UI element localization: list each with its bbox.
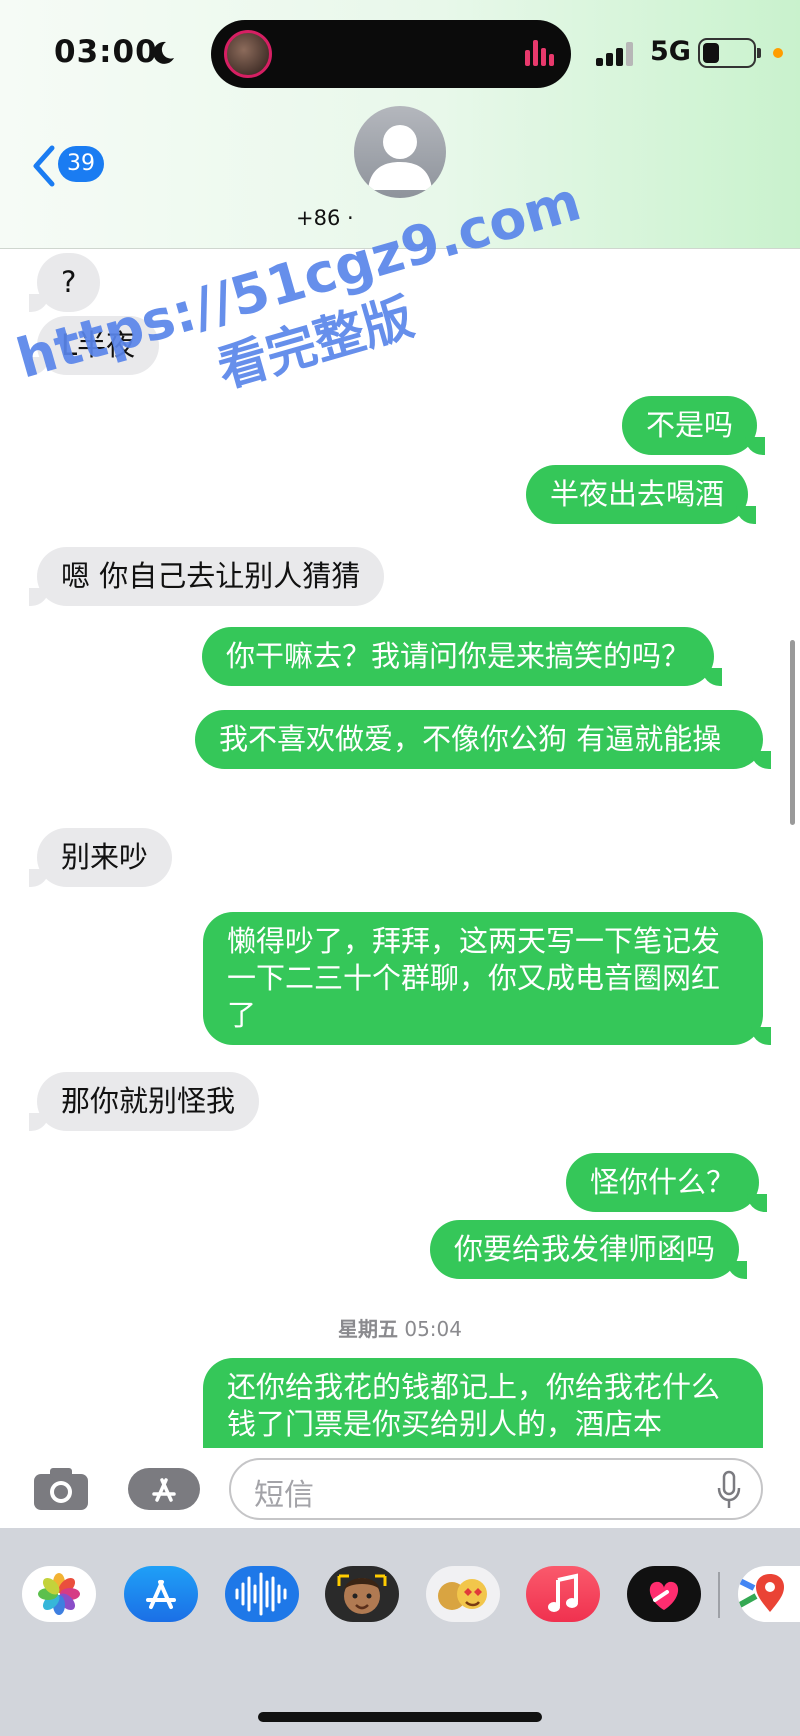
home-indicator[interactable] bbox=[258, 1712, 542, 1722]
audio-waveform-icon bbox=[525, 40, 554, 66]
message-timestamp: 星期五 05:04 bbox=[0, 1313, 800, 1342]
battery-level bbox=[703, 43, 719, 63]
memoji-face-icon bbox=[337, 1574, 387, 1614]
message-bubble-incoming[interactable]: ? bbox=[28, 253, 101, 312]
imessage-app-drawer bbox=[0, 1528, 800, 1736]
message-bubble-outgoing[interactable]: 怪你什么？ bbox=[566, 1153, 768, 1212]
app-store-icon bbox=[152, 1478, 176, 1502]
app-store-a-icon bbox=[146, 1580, 176, 1609]
message-bubble-outgoing[interactable]: 你要给我发律师函吗 bbox=[430, 1220, 748, 1279]
timestamp-time: 05:04 bbox=[404, 1317, 462, 1341]
message-bubble-incoming[interactable]: 那你就别怪我 bbox=[28, 1072, 260, 1131]
message-bubble-incoming[interactable]: 别来吵 bbox=[28, 828, 173, 887]
contact-phone-number[interactable]: +86 · bbox=[296, 206, 354, 230]
person-silhouette-icon bbox=[368, 125, 432, 190]
network-type: 5G bbox=[650, 36, 691, 67]
back-chevron-icon[interactable] bbox=[28, 144, 62, 188]
message-bubble-outgoing[interactable]: 还你给我花的钱都记上，你给我花什么钱了门票是你买给别人的，酒店本 bbox=[203, 1358, 763, 1448]
voice-memos-app-icon[interactable] bbox=[225, 1566, 299, 1622]
memoji-app-icon[interactable] bbox=[325, 1566, 399, 1622]
app-store-app-icon[interactable] bbox=[124, 1566, 198, 1622]
message-bubble-outgoing[interactable]: 你干嘛去？我请问你是来搞笑的吗？ bbox=[202, 627, 723, 686]
now-playing-artwork-icon[interactable] bbox=[224, 30, 272, 78]
status-time: 03:00 bbox=[54, 34, 158, 70]
heart-hands-icon bbox=[649, 1581, 679, 1610]
photos-flower-icon bbox=[38, 1573, 80, 1615]
dictation-microphone-icon[interactable] bbox=[716, 1470, 742, 1510]
contact-avatar[interactable] bbox=[354, 106, 446, 198]
message-input-placeholder: 短信 bbox=[254, 1478, 314, 1513]
fitness-sharing-app-icon[interactable] bbox=[627, 1566, 701, 1622]
cellular-signal-icon bbox=[596, 42, 633, 66]
message-bubble-outgoing[interactable]: 我不喜欢做爱，不像你公狗 有逼就能操 bbox=[195, 710, 771, 769]
battery-cap bbox=[757, 48, 761, 58]
stickers-faces-icon bbox=[438, 1579, 487, 1610]
unread-count-badge[interactable]: 39 bbox=[58, 146, 104, 182]
focus-moon-icon bbox=[153, 41, 174, 64]
camera-icon[interactable] bbox=[32, 1466, 90, 1512]
timestamp-day: 星期五 bbox=[338, 1317, 398, 1341]
music-app-icon[interactable] bbox=[526, 1566, 600, 1622]
photos-app-icon[interactable] bbox=[22, 1566, 96, 1622]
message-bubble-outgoing[interactable]: 半夜出去喝酒 bbox=[526, 465, 757, 524]
message-bubble-outgoing[interactable]: 不是吗 bbox=[622, 396, 766, 455]
maps-app-icon[interactable] bbox=[738, 1566, 800, 1622]
memoji-stickers-app-icon[interactable] bbox=[426, 1566, 500, 1622]
scroll-indicator[interactable] bbox=[790, 640, 795, 825]
microphone-in-use-indicator bbox=[773, 48, 783, 58]
music-note-icon bbox=[548, 1573, 578, 1612]
app-store-button[interactable] bbox=[128, 1468, 200, 1510]
map-pin-icon bbox=[738, 1574, 784, 1612]
drawer-divider bbox=[718, 1572, 720, 1618]
message-bubble-incoming[interactable]: 嗯 你自己去让别人猜猜 bbox=[28, 547, 385, 606]
waveform-icon bbox=[235, 1572, 287, 1616]
message-bubble-outgoing[interactable]: 懒得吵了，拜拜，这两天写一下笔记发一下二三十个群聊，你又成电音圈网红了 bbox=[203, 912, 771, 1045]
